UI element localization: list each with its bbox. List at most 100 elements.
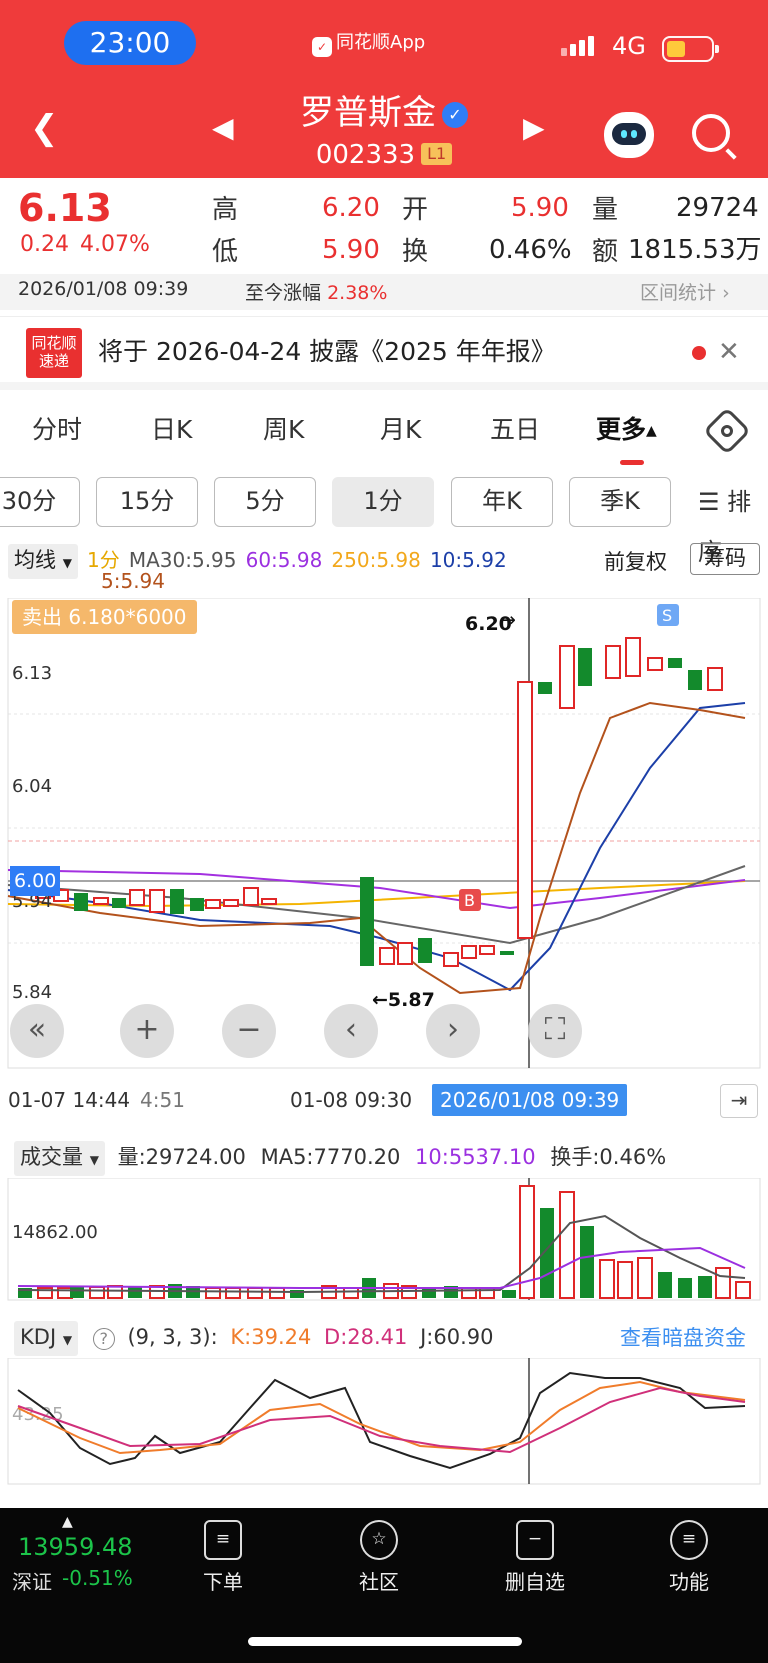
kdj-indicator-select[interactable]: KDJ ▼ (14, 1321, 79, 1356)
index-value[interactable]: 13959.48 (18, 1532, 133, 1562)
ma-type-select[interactable]: 均线 ▼ (8, 544, 78, 579)
kdj-legend: KDJ ▼ ? (9, 3, 3): K:39.24 D:28.41 J:60.… (14, 1320, 494, 1356)
news-logo-line1: 同花顺 (31, 334, 77, 352)
news-text[interactable]: 将于 2026-04-24 披露《2025 年年报》 (98, 335, 556, 369)
range-stats-link[interactable]: 区间统计 › (640, 278, 730, 305)
nav-remove-watchlist[interactable]: − 删自选 (480, 1520, 590, 1595)
tab-daily-k[interactable]: 日K (151, 414, 192, 446)
adjust-mode[interactable]: 前复权 (604, 546, 667, 576)
candle (360, 877, 374, 966)
nav-order[interactable]: ≡ 下单 (168, 1520, 278, 1595)
high-value: 6.20 (322, 193, 380, 223)
scroll-left-icon[interactable]: ‹ (324, 1004, 378, 1058)
legend-ma60: 60:5.98 (245, 548, 323, 572)
volume-bar (735, 1281, 751, 1299)
candle (538, 682, 552, 694)
settings-gear-icon[interactable] (702, 406, 752, 456)
tab-monthly-k[interactable]: 月K (380, 414, 421, 446)
close-icon[interactable]: ✕ (718, 337, 740, 367)
volume-bar (269, 1287, 285, 1299)
nav-functions[interactable]: ≡ 功能 (634, 1520, 744, 1595)
app-logo-icon: ✓ (312, 37, 332, 57)
volume-bar (343, 1287, 359, 1299)
sell-order-badge[interactable]: 卖出 6.180*6000 (12, 600, 197, 634)
assistant-robot-icon[interactable] (604, 112, 654, 158)
tab-active-indicator (620, 460, 644, 465)
level-badge: L1 (421, 143, 453, 165)
nav-remove-label: 删自选 (505, 1570, 565, 1594)
price-change: 0.24 (20, 232, 69, 257)
candle (500, 951, 514, 955)
volume-bar (715, 1267, 731, 1299)
unread-dot (692, 346, 706, 360)
search-icon[interactable] (692, 114, 730, 152)
candle (112, 898, 126, 908)
candle (223, 899, 239, 907)
tab-weekly-k[interactable]: 周K (263, 414, 304, 446)
ytick-604: 6.04 (12, 776, 52, 797)
period-season-k[interactable]: 季K (569, 477, 671, 527)
tab-more[interactable]: 更多▲ (596, 414, 657, 447)
kdj-chart: 43.25 (7, 1358, 761, 1485)
expand-up-icon[interactable]: ▲ (62, 1514, 73, 1530)
help-icon[interactable]: ? (92, 1328, 115, 1350)
candle (517, 681, 533, 939)
tab-intraday[interactable]: 分时 (32, 414, 82, 446)
candle (149, 889, 165, 913)
period-year-k[interactable]: 年K (451, 477, 553, 527)
zoom-in-icon[interactable]: + (120, 1004, 174, 1058)
jump-to-latest-icon[interactable]: ⇥ (720, 1084, 758, 1118)
caret-down-icon: ▼ (62, 556, 72, 570)
open-label: 开 (402, 195, 429, 225)
xtick-3: 01-08 09:30 (290, 1088, 413, 1112)
chip-button[interactable]: 筹码 (690, 543, 760, 575)
tab-five-day[interactable]: 五日 (490, 414, 540, 446)
scroll-right-icon[interactable]: › (426, 1004, 480, 1058)
volume-bar (559, 1191, 575, 1299)
dark-pool-link[interactable]: 查看暗盘资金 (620, 1322, 746, 1352)
volume-bars (18, 1185, 751, 1299)
candle (418, 938, 432, 963)
crosshair-price-label: 6.00 (10, 866, 61, 896)
zoom-out-icon[interactable]: − (222, 1004, 276, 1058)
kdj-d: D:28.41 (324, 1325, 408, 1349)
candle (707, 667, 723, 691)
period-5m[interactable]: 5分 (214, 477, 316, 527)
kdj-k-line (17, 1380, 746, 1455)
kline-chart[interactable]: 6.20 → ←5.87 B S 6.13 6.04 5.94 5.84 (0, 598, 768, 1078)
candle (397, 942, 413, 965)
volume-bar (247, 1287, 263, 1299)
stats-gain-value: 2.38% (327, 282, 388, 304)
candle (688, 670, 702, 690)
tab-more-label: 更多 (596, 415, 647, 444)
nav-community[interactable]: ☆ 社区 (324, 1520, 434, 1595)
news-logo: 同花顺 速递 (26, 328, 82, 378)
candle (578, 648, 592, 686)
candle (559, 645, 575, 709)
volume-bar (422, 1288, 436, 1298)
kdj-j: J:60.90 (420, 1325, 494, 1349)
volume-turnover: 换手:0.46% (550, 1145, 667, 1169)
period-1m[interactable]: 1分 (332, 477, 434, 527)
news-logo-line2: 速递 (38, 352, 69, 370)
volume-indicator-select[interactable]: 成交量 ▼ (14, 1141, 105, 1176)
candle (379, 947, 395, 965)
legend-ma10: 10:5.92 (429, 548, 507, 572)
candle (74, 893, 88, 911)
network-label: 4G (612, 32, 646, 60)
volume-bar (678, 1278, 692, 1298)
volume-bar (107, 1285, 123, 1299)
volume-chart: 14862.00 (7, 1178, 761, 1301)
nav-functions-label: 功能 (669, 1570, 709, 1594)
menu-icon: ≡ (670, 1520, 708, 1560)
fullscreen-icon[interactable]: ⛶ (528, 1004, 582, 1058)
ytick-613: 6.13 (12, 663, 52, 684)
candle (243, 887, 259, 906)
scroll-left-fast-icon[interactable]: « (10, 1004, 64, 1058)
period-30m[interactable]: 30分 (0, 477, 80, 527)
candle (668, 658, 682, 668)
stats-gain: 至今涨幅 2.38% (245, 278, 387, 305)
candle (479, 945, 495, 955)
chevron-right-icon: › (722, 282, 730, 304)
period-15m[interactable]: 15分 (96, 477, 198, 527)
